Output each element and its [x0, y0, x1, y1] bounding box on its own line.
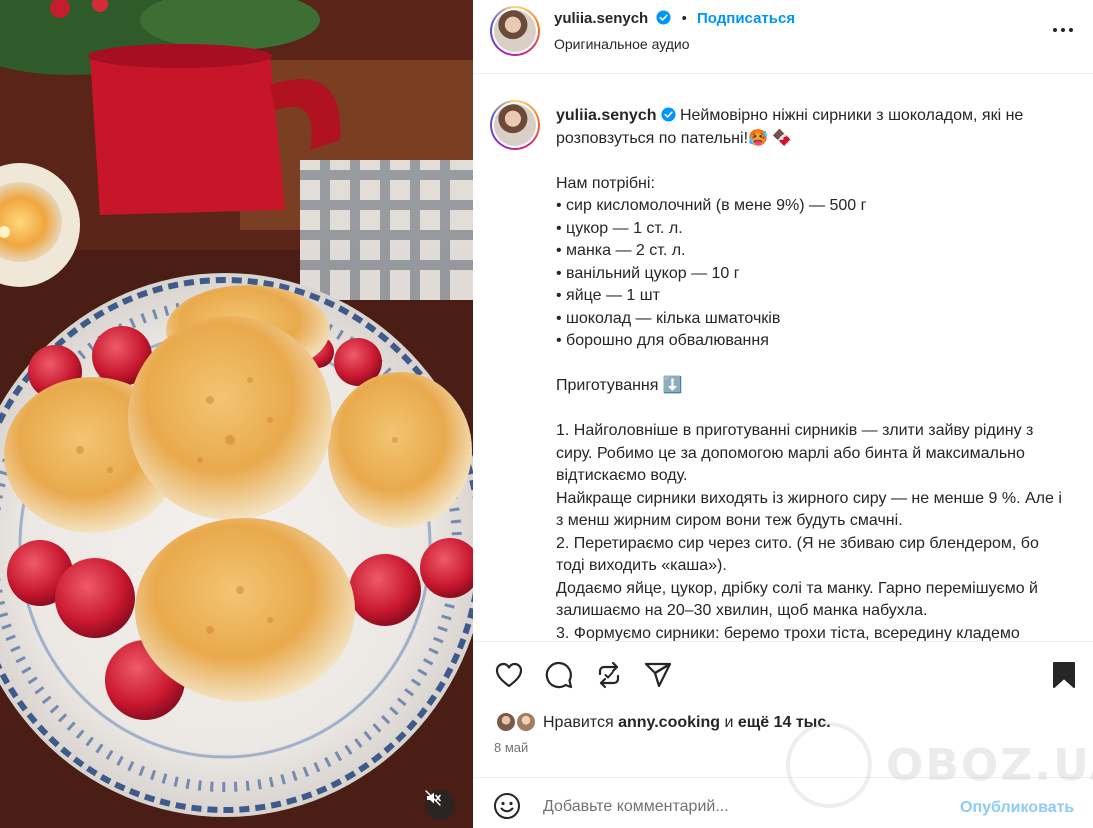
comment-button[interactable] — [542, 658, 576, 692]
post-panel: yuliia.senych • Подписаться Оригинальное… — [473, 0, 1093, 828]
liker-username[interactable]: anny.cooking — [618, 714, 720, 732]
caption: yuliia.senych Неймовірно ніжні сирники з… — [556, 105, 1071, 641]
verified-icon — [656, 10, 671, 25]
post-date[interactable]: 8 май — [494, 740, 528, 755]
separator-dot: • — [681, 10, 687, 27]
comment-input[interactable] — [543, 796, 903, 818]
verified-icon — [660, 107, 676, 122]
liker-avatars — [495, 711, 541, 735]
share-icon — [644, 662, 672, 688]
liker-avatar — [515, 711, 537, 733]
like-button[interactable] — [492, 658, 526, 692]
save-icon — [1053, 662, 1075, 688]
author-line: yuliia.senych • Подписаться — [554, 10, 795, 27]
mute-button[interactable] — [425, 790, 455, 820]
audio-label[interactable]: Оригинальное аудио — [554, 36, 690, 52]
share-button[interactable] — [641, 658, 675, 692]
save-button[interactable] — [1047, 658, 1081, 692]
comment-composer: Опубликовать — [473, 777, 1093, 828]
more-icon — [1053, 28, 1073, 32]
likes-summary[interactable]: Нравится anny.cooking и ещё 14 тыс. — [495, 711, 831, 735]
emoji-button[interactable] — [493, 792, 521, 820]
post-header: yuliia.senych • Подписаться Оригинальное… — [473, 0, 1093, 74]
repost-button[interactable] — [592, 658, 626, 692]
mute-icon — [425, 790, 441, 806]
author-avatar[interactable] — [490, 6, 540, 56]
post-image — [0, 0, 473, 828]
follow-button[interactable]: Подписаться — [697, 10, 795, 27]
caption-body: Неймовірно ніжні сирники з шоколадом, як… — [556, 107, 1062, 641]
likes-conjunction: и — [724, 714, 734, 731]
likes-others[interactable]: ещё 14 тыс. — [738, 714, 831, 732]
repost-icon — [598, 661, 620, 689]
emoji-icon — [494, 793, 520, 819]
caption-author-avatar[interactable] — [490, 100, 540, 150]
comment-icon — [545, 661, 573, 689]
publish-button[interactable]: Опубликовать — [960, 799, 1074, 817]
post-actions — [473, 641, 1093, 703]
post-media[interactable] — [0, 0, 473, 828]
liker-avatar — [495, 711, 517, 733]
likes-prefix: Нравится — [543, 714, 614, 731]
author-username[interactable]: yuliia.senych — [554, 10, 648, 27]
caption-scroll-area[interactable]: yuliia.senych Неймовірно ніжні сирники з… — [473, 75, 1093, 641]
more-options-button[interactable] — [1049, 20, 1077, 40]
caption-username[interactable]: yuliia.senych — [556, 107, 657, 124]
like-icon — [495, 662, 523, 688]
